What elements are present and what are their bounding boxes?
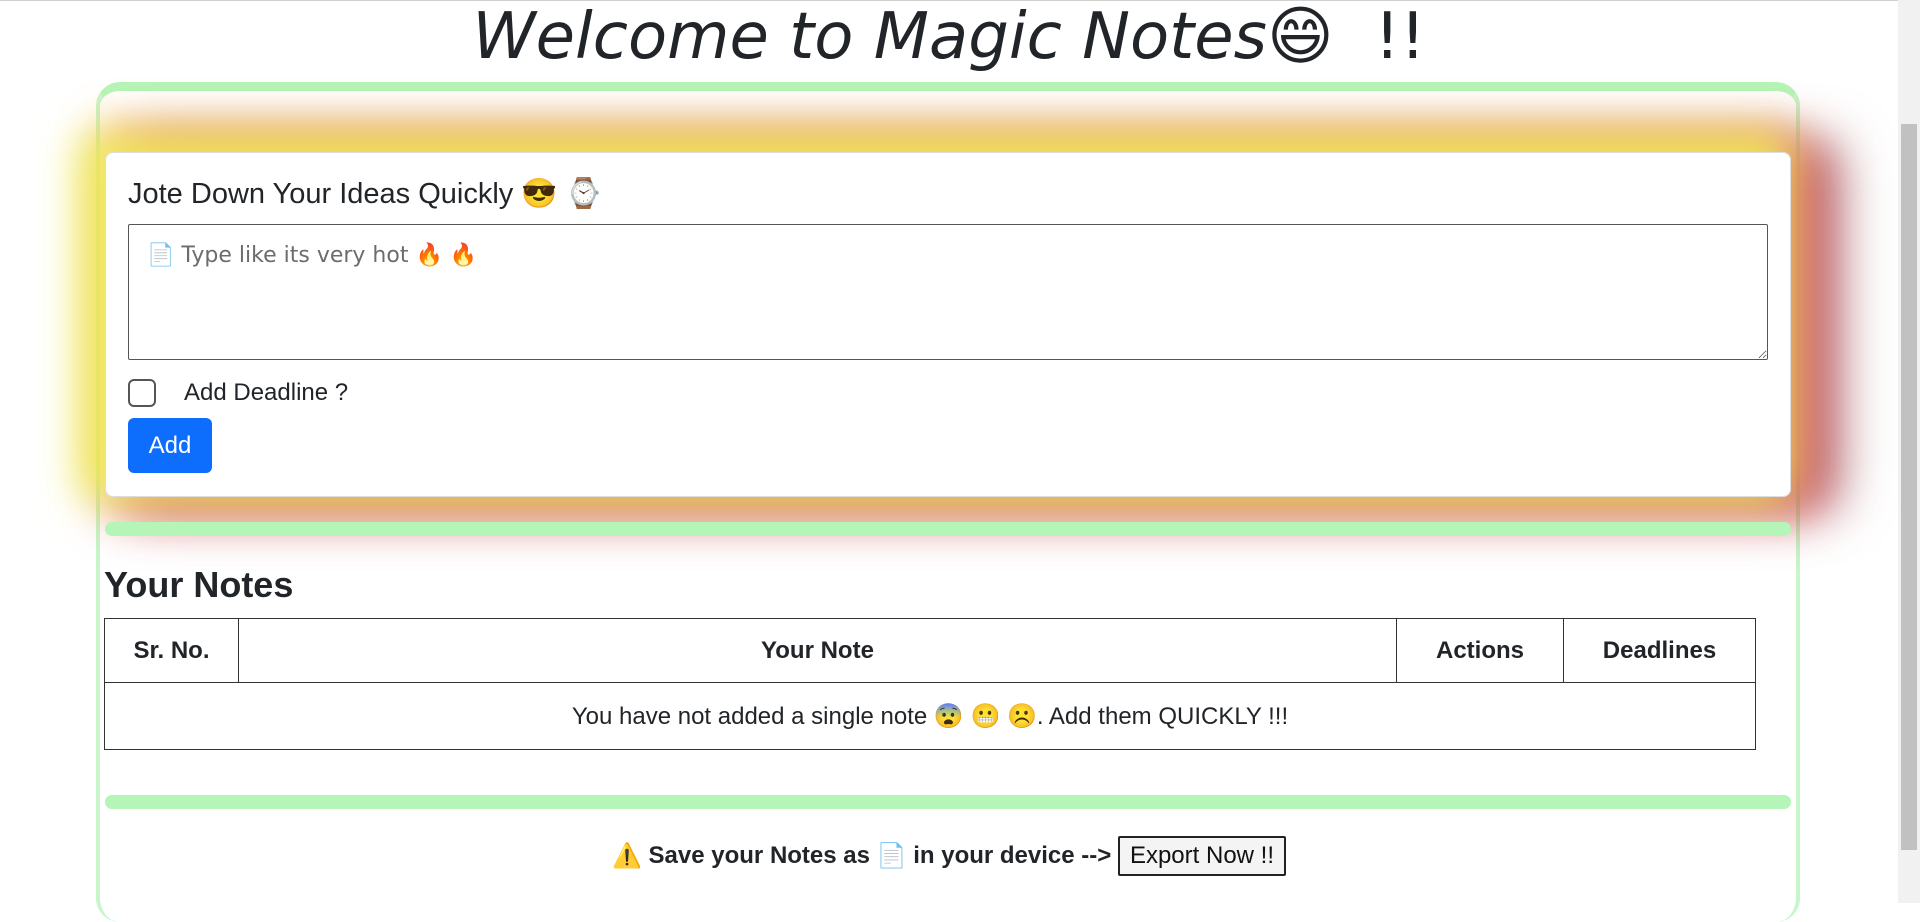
add-button[interactable]: Add <box>128 418 212 473</box>
note-textarea[interactable] <box>128 224 1768 360</box>
page-title: Welcome to Magic Notes😄 !! <box>0 2 1898 72</box>
grinning-face-icon: 😄 <box>1266 0 1334 74</box>
table-header-row: Sr. No. Your Note Actions Deadlines <box>104 618 1756 683</box>
page-title-text: Welcome to Magic Notes <box>472 0 1267 74</box>
file-icon: 📄 <box>876 842 907 870</box>
deadline-row: Add Deadline ? <box>128 375 348 411</box>
export-button[interactable]: Export Now !! <box>1117 836 1286 876</box>
scrollbar-thumb[interactable] <box>1901 124 1917 850</box>
divider-bar <box>105 522 1791 536</box>
warning-icon: ⚠️ <box>611 842 642 870</box>
empty-notes-message: You have not added a single note 😨 😬 ☹️.… <box>104 682 1756 750</box>
export-text-after: in your device --> <box>913 842 1112 869</box>
deadline-label[interactable]: Add Deadline ? <box>184 379 348 407</box>
notes-table: Sr. No. Your Note Actions Deadlines You … <box>104 618 1756 750</box>
column-header-sr-no: Sr. No. <box>104 618 239 683</box>
table-row: You have not added a single note 😨 😬 ☹️.… <box>104 682 1756 750</box>
page-title-suffix: !! <box>1374 0 1426 74</box>
scrollbar-track[interactable] <box>1898 0 1920 903</box>
card-heading: Jote Down Your Ideas Quickly 😎 ⌚ <box>128 178 602 210</box>
column-header-actions: Actions <box>1396 618 1564 683</box>
divider-bar-footer <box>105 795 1791 809</box>
notes-heading: Your Notes <box>104 564 294 605</box>
deadline-checkbox[interactable] <box>128 379 156 407</box>
column-header-deadlines: Deadlines <box>1563 618 1756 683</box>
export-row: ⚠️ Save your Notes as 📄 in your device -… <box>0 836 1898 876</box>
export-text-before: Save your Notes as <box>648 842 870 869</box>
column-header-note: Your Note <box>238 618 1397 683</box>
